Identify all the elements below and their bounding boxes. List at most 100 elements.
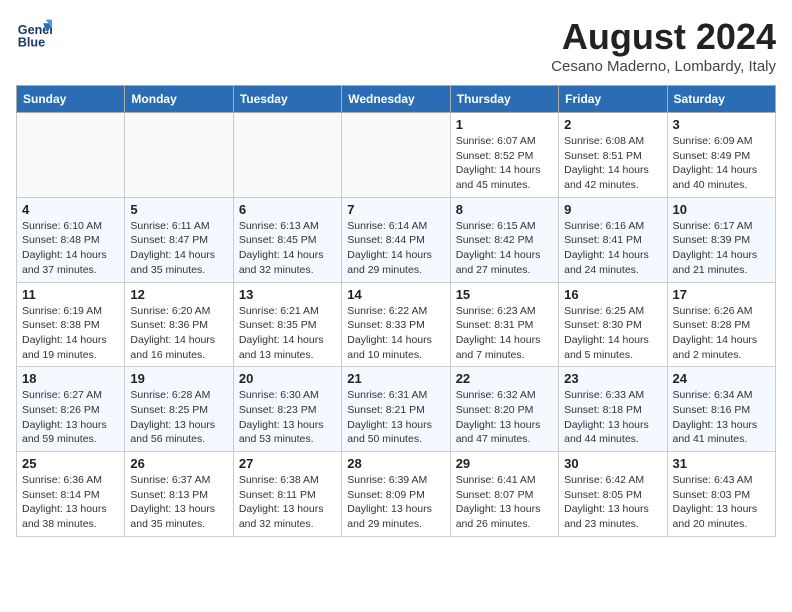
calendar-cell: 28 Sunrise: 6:39 AM Sunset: 8:09 PM Dayli…: [342, 452, 450, 537]
day-number: 10: [673, 202, 770, 217]
calendar-table: SundayMondayTuesdayWednesdayThursdayFrid…: [16, 85, 776, 537]
day-number: 28: [347, 456, 444, 471]
day-number: 29: [456, 456, 553, 471]
calendar-cell: 11 Sunrise: 6:19 AM Sunset: 8:38 PM Dayli…: [17, 282, 125, 367]
cell-info: Sunrise: 6:43 AM Sunset: 8:03 PM Dayligh…: [673, 473, 770, 532]
day-number: 2: [564, 117, 661, 132]
cell-info: Sunrise: 6:39 AM Sunset: 8:09 PM Dayligh…: [347, 473, 444, 532]
cell-info: Sunrise: 6:11 AM Sunset: 8:47 PM Dayligh…: [130, 219, 227, 278]
weekday-header-wednesday: Wednesday: [342, 86, 450, 113]
calendar-cell: 20 Sunrise: 6:30 AM Sunset: 8:23 PM Dayli…: [233, 367, 341, 452]
calendar-week-row: 4Sunrise: 6:10 AM Sunset: 8:48 PM Daylig…: [17, 197, 776, 282]
cell-info: Sunrise: 6:26 AM Sunset: 8:28 PM Dayligh…: [673, 304, 770, 363]
header: General Blue August 2024 Cesano Maderno,…: [16, 16, 776, 75]
day-number: 11: [22, 287, 119, 302]
calendar-cell: 21 Sunrise: 6:31 AM Sunset: 8:21 PM Dayli…: [342, 367, 450, 452]
day-number: 18: [22, 371, 119, 386]
calendar-week-row: 25 Sunrise: 6:36 AM Sunset: 8:14 PM Dayli…: [17, 452, 776, 537]
day-number: 30: [564, 456, 661, 471]
cell-info: Sunrise: 6:21 AM Sunset: 8:35 PM Dayligh…: [239, 304, 336, 363]
day-number: 8: [456, 202, 553, 217]
cell-info: Sunrise: 6:13 AM Sunset: 8:45 PM Dayligh…: [239, 219, 336, 278]
day-number: 1: [456, 117, 553, 132]
month-year-title: August 2024: [551, 16, 776, 58]
calendar-cell: 25 Sunrise: 6:36 AM Sunset: 8:14 PM Dayli…: [17, 452, 125, 537]
calendar-week-row: 1Sunrise: 6:07 AM Sunset: 8:52 PM Daylig…: [17, 113, 776, 198]
cell-info: Sunrise: 6:16 AM Sunset: 8:41 PM Dayligh…: [564, 219, 661, 278]
day-number: 20: [239, 371, 336, 386]
calendar-header-row: SundayMondayTuesdayWednesdayThursdayFrid…: [17, 86, 776, 113]
day-number: 21: [347, 371, 444, 386]
calendar-cell: 31Sunrise: 6:43 AM Sunset: 8:03 PM Dayli…: [667, 452, 775, 537]
logo: General Blue: [16, 16, 52, 52]
cell-info: Sunrise: 6:25 AM Sunset: 8:30 PM Dayligh…: [564, 304, 661, 363]
calendar-cell: 6 Sunrise: 6:13 AM Sunset: 8:45 PM Daylig…: [233, 197, 341, 282]
calendar-week-row: 18 Sunrise: 6:27 AM Sunset: 8:26 PM Dayli…: [17, 367, 776, 452]
weekday-header-monday: Monday: [125, 86, 233, 113]
calendar-cell: 5 Sunrise: 6:11 AM Sunset: 8:47 PM Daylig…: [125, 197, 233, 282]
cell-info: Sunrise: 6:27 AM Sunset: 8:26 PM Dayligh…: [22, 388, 119, 447]
calendar-cell: 8Sunrise: 6:15 AM Sunset: 8:42 PM Daylig…: [450, 197, 558, 282]
calendar-body: 1Sunrise: 6:07 AM Sunset: 8:52 PM Daylig…: [17, 113, 776, 537]
calendar-cell: [125, 113, 233, 198]
location-subtitle: Cesano Maderno, Lombardy, Italy: [551, 58, 776, 75]
day-number: 9: [564, 202, 661, 217]
day-number: 17: [673, 287, 770, 302]
day-number: 25: [22, 456, 119, 471]
cell-info: Sunrise: 6:23 AM Sunset: 8:31 PM Dayligh…: [456, 304, 553, 363]
day-number: 15: [456, 287, 553, 302]
cell-info: Sunrise: 6:09 AM Sunset: 8:49 PM Dayligh…: [673, 134, 770, 193]
calendar-cell: [17, 113, 125, 198]
day-number: 24: [673, 371, 770, 386]
calendar-cell: 1Sunrise: 6:07 AM Sunset: 8:52 PM Daylig…: [450, 113, 558, 198]
calendar-cell: 12 Sunrise: 6:20 AM Sunset: 8:36 PM Dayli…: [125, 282, 233, 367]
weekday-header-thursday: Thursday: [450, 86, 558, 113]
day-number: 22: [456, 371, 553, 386]
cell-info: Sunrise: 6:20 AM Sunset: 8:36 PM Dayligh…: [130, 304, 227, 363]
calendar-cell: 30 Sunrise: 6:42 AM Sunset: 8:05 PM Dayli…: [559, 452, 667, 537]
day-number: 14: [347, 287, 444, 302]
cell-info: Sunrise: 6:31 AM Sunset: 8:21 PM Dayligh…: [347, 388, 444, 447]
day-number: 4: [22, 202, 119, 217]
cell-info: Sunrise: 6:28 AM Sunset: 8:25 PM Dayligh…: [130, 388, 227, 447]
calendar-cell: 10 Sunrise: 6:17 AM Sunset: 8:39 PM Dayli…: [667, 197, 775, 282]
calendar-cell: 14 Sunrise: 6:22 AM Sunset: 8:33 PM Dayli…: [342, 282, 450, 367]
cell-info: Sunrise: 6:41 AM Sunset: 8:07 PM Dayligh…: [456, 473, 553, 532]
calendar-week-row: 11 Sunrise: 6:19 AM Sunset: 8:38 PM Dayli…: [17, 282, 776, 367]
weekday-header-saturday: Saturday: [667, 86, 775, 113]
calendar-cell: 15 Sunrise: 6:23 AM Sunset: 8:31 PM Dayli…: [450, 282, 558, 367]
calendar-cell: 18 Sunrise: 6:27 AM Sunset: 8:26 PM Dayli…: [17, 367, 125, 452]
logo-icon: General Blue: [16, 16, 52, 52]
day-number: 23: [564, 371, 661, 386]
day-number: 16: [564, 287, 661, 302]
cell-info: Sunrise: 6:33 AM Sunset: 8:18 PM Dayligh…: [564, 388, 661, 447]
cell-info: Sunrise: 6:14 AM Sunset: 8:44 PM Dayligh…: [347, 219, 444, 278]
cell-info: Sunrise: 6:42 AM Sunset: 8:05 PM Dayligh…: [564, 473, 661, 532]
cell-info: Sunrise: 6:32 AM Sunset: 8:20 PM Dayligh…: [456, 388, 553, 447]
calendar-cell: 26 Sunrise: 6:37 AM Sunset: 8:13 PM Dayli…: [125, 452, 233, 537]
day-number: 27: [239, 456, 336, 471]
day-number: 6: [239, 202, 336, 217]
cell-info: Sunrise: 6:38 AM Sunset: 8:11 PM Dayligh…: [239, 473, 336, 532]
calendar-cell: 29 Sunrise: 6:41 AM Sunset: 8:07 PM Dayli…: [450, 452, 558, 537]
day-number: 19: [130, 371, 227, 386]
day-number: 5: [130, 202, 227, 217]
cell-info: Sunrise: 6:36 AM Sunset: 8:14 PM Dayligh…: [22, 473, 119, 532]
cell-info: Sunrise: 6:17 AM Sunset: 8:39 PM Dayligh…: [673, 219, 770, 278]
day-number: 3: [673, 117, 770, 132]
cell-info: Sunrise: 6:34 AM Sunset: 8:16 PM Dayligh…: [673, 388, 770, 447]
day-number: 12: [130, 287, 227, 302]
cell-info: Sunrise: 6:19 AM Sunset: 8:38 PM Dayligh…: [22, 304, 119, 363]
title-section: August 2024 Cesano Maderno, Lombardy, It…: [551, 16, 776, 75]
calendar-cell: 3 Sunrise: 6:09 AM Sunset: 8:49 PM Daylig…: [667, 113, 775, 198]
day-number: 13: [239, 287, 336, 302]
cell-info: Sunrise: 6:37 AM Sunset: 8:13 PM Dayligh…: [130, 473, 227, 532]
cell-info: Sunrise: 6:22 AM Sunset: 8:33 PM Dayligh…: [347, 304, 444, 363]
calendar-cell: 23 Sunrise: 6:33 AM Sunset: 8:18 PM Dayli…: [559, 367, 667, 452]
calendar-cell: 27 Sunrise: 6:38 AM Sunset: 8:11 PM Dayli…: [233, 452, 341, 537]
cell-info: Sunrise: 6:08 AM Sunset: 8:51 PM Dayligh…: [564, 134, 661, 193]
calendar-cell: 13 Sunrise: 6:21 AM Sunset: 8:35 PM Dayli…: [233, 282, 341, 367]
calendar-cell: 7Sunrise: 6:14 AM Sunset: 8:44 PM Daylig…: [342, 197, 450, 282]
day-number: 26: [130, 456, 227, 471]
cell-info: Sunrise: 6:30 AM Sunset: 8:23 PM Dayligh…: [239, 388, 336, 447]
